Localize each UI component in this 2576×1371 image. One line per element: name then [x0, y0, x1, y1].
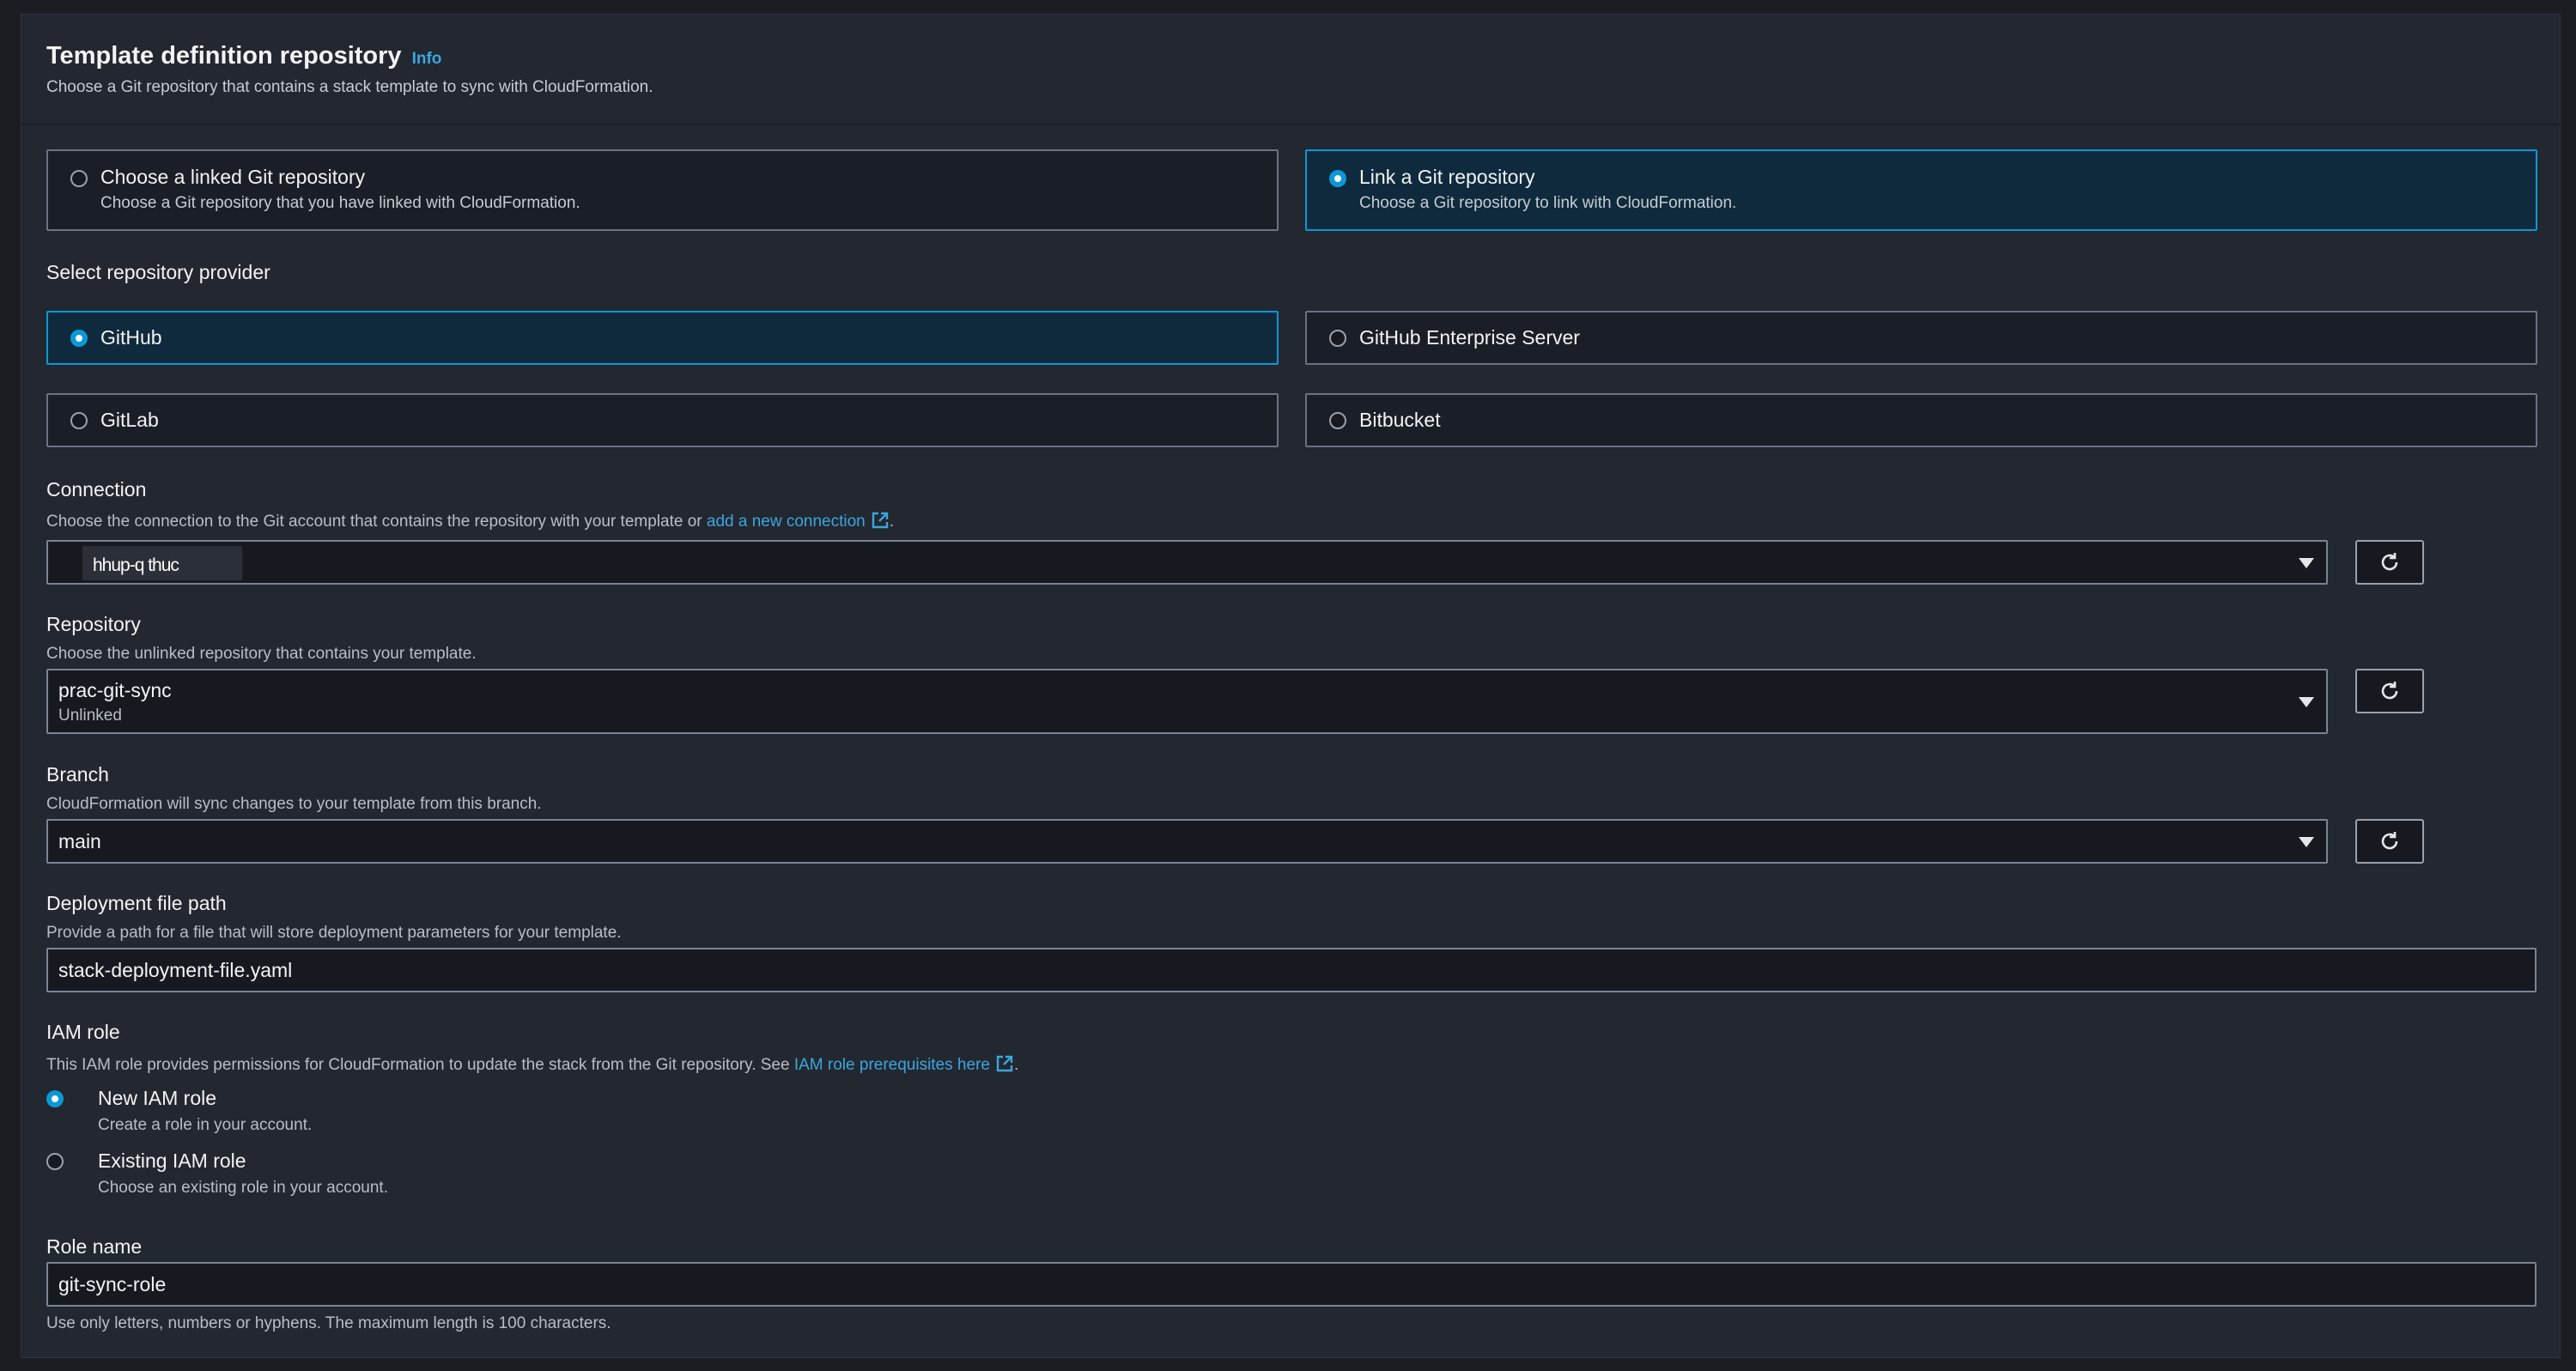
- chevron-down-icon: [2299, 558, 2314, 568]
- radio-existing-iam-role[interactable]: [46, 1153, 64, 1170]
- provider-option-label: GitHub: [100, 326, 162, 349]
- repository-label: Repository: [46, 613, 141, 635]
- branch-label: Branch: [46, 763, 109, 786]
- chevron-down-icon: [2299, 837, 2314, 847]
- radio-github[interactable]: [70, 330, 88, 347]
- chevron-down-icon: [2299, 697, 2314, 707]
- branch-select[interactable]: main: [46, 819, 2328, 864]
- repository-value: prac-git-sync: [58, 679, 172, 701]
- connection-select[interactable]: hhup-q thuc: [46, 540, 2328, 585]
- option-choose-linked-repo[interactable]: Choose a linked Git repository Choose a …: [46, 149, 1279, 231]
- provider-option-label: GitLab: [100, 409, 159, 431]
- option-description: Choose a Git repository to link with Clo…: [1359, 194, 1737, 212]
- option-link-git-repo[interactable]: Link a Git repository Choose a Git repos…: [1305, 149, 2537, 231]
- iam-role-description: This IAM role provides permissions for C…: [46, 1055, 1019, 1074]
- provider-option-label: Bitbucket: [1359, 409, 1441, 431]
- radio-bitbucket[interactable]: [1329, 412, 1346, 429]
- existing-iam-role-description: Choose an existing role in your account.: [98, 1179, 388, 1197]
- deployment-file-description: Provide a path for a file that will stor…: [46, 924, 622, 942]
- radio-github-enterprise[interactable]: [1329, 330, 1346, 347]
- option-description: Choose a Git repository that you have li…: [100, 194, 580, 212]
- add-connection-link[interactable]: add a new connection: [707, 513, 866, 531]
- option-label: Choose a linked Git repository: [100, 166, 366, 188]
- refresh-branch-button[interactable]: [2355, 819, 2424, 864]
- role-name-input[interactable]: [46, 1262, 2537, 1307]
- iam-prerequisites-link[interactable]: IAM role prerequisites here: [794, 1056, 990, 1074]
- deployment-file-input[interactable]: [46, 948, 2537, 992]
- branch-description: CloudFormation will sync changes to your…: [46, 795, 542, 813]
- radio-new-iam-role[interactable]: [46, 1090, 64, 1107]
- provider-github-enterprise[interactable]: GitHub Enterprise Server: [1305, 311, 2537, 365]
- provider-github[interactable]: GitHub: [46, 311, 1279, 365]
- refresh-connection-button[interactable]: [2355, 540, 2424, 585]
- refresh-icon: [2381, 682, 2398, 700]
- external-link-icon: [996, 1055, 1013, 1072]
- external-link-icon: [872, 512, 888, 529]
- provider-gitlab[interactable]: GitLab: [46, 393, 1279, 447]
- radio-choose-linked-repo[interactable]: [70, 170, 88, 187]
- template-definition-panel: Template definition repository Info Choos…: [21, 14, 2561, 1358]
- branch-value: main: [58, 830, 101, 852]
- connection-value-redacted: hhup-q thuc: [82, 546, 242, 580]
- radio-link-git-repo[interactable]: [1329, 170, 1346, 187]
- role-name-constraint: Use only letters, numbers or hyphens. Th…: [46, 1314, 611, 1332]
- header-divider: [21, 124, 2560, 125]
- refresh-icon: [2381, 553, 2398, 571]
- connection-label: Connection: [46, 478, 147, 500]
- section-subtitle: Choose a Git repository that contains a …: [46, 78, 653, 96]
- repository-description: Choose the unlinked repository that cont…: [46, 645, 477, 663]
- repository-status: Unlinked: [58, 707, 122, 725]
- deployment-file-label: Deployment file path: [46, 892, 227, 914]
- section-title: Template definition repository Info: [46, 42, 442, 70]
- refresh-repository-button[interactable]: [2355, 669, 2424, 713]
- existing-iam-role-label[interactable]: Existing IAM role: [98, 1150, 246, 1173]
- info-link[interactable]: Info: [412, 50, 442, 68]
- role-name-label: Role name: [46, 1235, 143, 1258]
- iam-role-label: IAM role: [46, 1021, 120, 1043]
- option-label: Link a Git repository: [1359, 166, 1535, 188]
- connection-value: hhup-q thuc: [93, 555, 179, 575]
- repository-select[interactable]: prac-git-sync Unlinked: [46, 669, 2328, 734]
- new-iam-role-label[interactable]: New IAM role: [98, 1087, 216, 1110]
- connection-description: Choose the connection to the Git account…: [46, 512, 895, 531]
- radio-gitlab[interactable]: [70, 412, 88, 429]
- provider-option-label: GitHub Enterprise Server: [1359, 326, 1580, 349]
- provider-label: Select repository provider: [46, 261, 270, 283]
- refresh-icon: [2381, 832, 2398, 850]
- new-iam-role-description: Create a role in your account.: [98, 1116, 313, 1134]
- provider-bitbucket[interactable]: Bitbucket: [1305, 393, 2537, 447]
